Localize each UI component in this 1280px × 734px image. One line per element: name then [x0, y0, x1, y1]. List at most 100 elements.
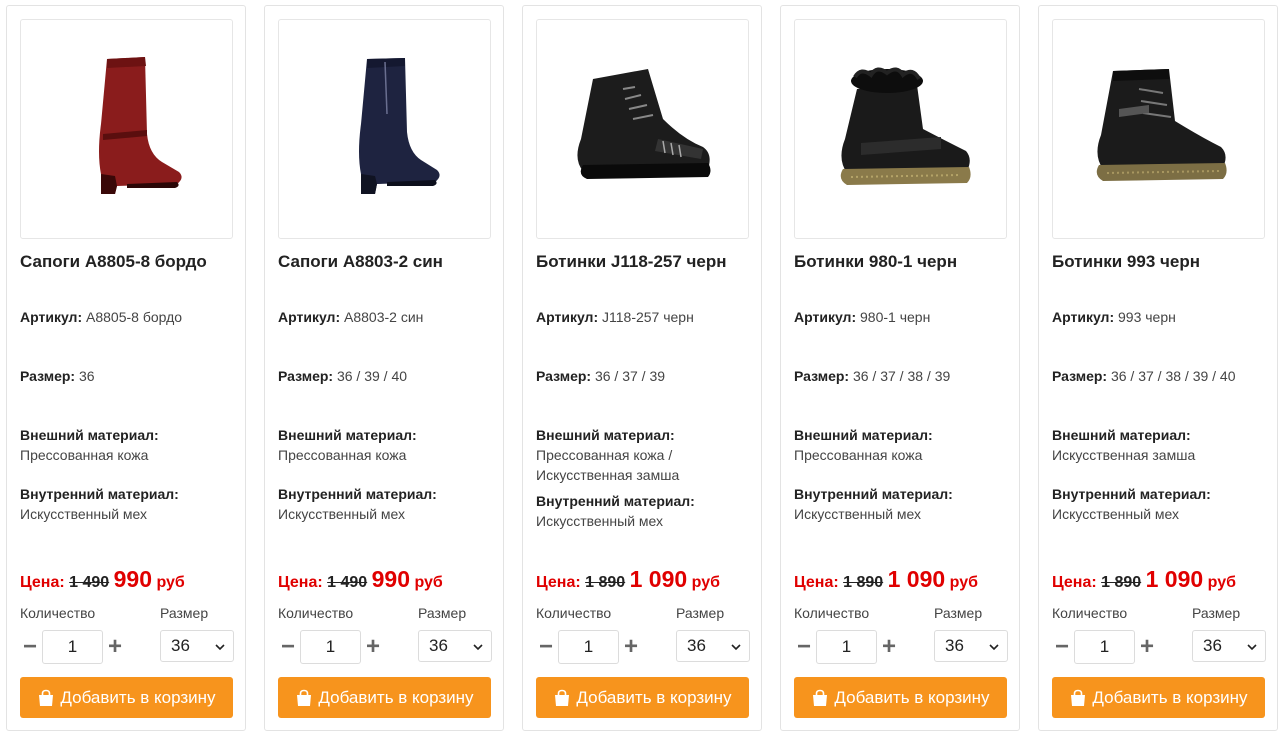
add-to-cart-button[interactable]: Добавить в корзину: [794, 677, 1007, 718]
quantity-input[interactable]: [816, 630, 877, 664]
new-price: 990: [113, 566, 152, 592]
quantity-stepper: − +: [1052, 630, 1157, 664]
add-to-cart-button[interactable]: Добавить в корзину: [278, 677, 491, 718]
size-select[interactable]: 36: [418, 630, 492, 662]
product-card: Ботинки J118-257 черн Артикул: J118-257 …: [522, 5, 762, 731]
burgundy-boot-image: [98, 57, 182, 194]
old-price: 1 890: [1101, 574, 1142, 591]
size-row: Размер: 36 / 39 / 40: [278, 368, 408, 384]
inner-material-row: Внутренний материал: Искусственный мех: [20, 486, 179, 522]
outer-material-row: Внешний материал: Прессованная кожа: [794, 427, 933, 463]
inner-material-row: Внутренний материал: Искусственный мех: [278, 486, 437, 522]
inner-material-row: Внутренний материал: Искусственный мех: [1052, 486, 1211, 522]
product-card: Сапоги А8805-8 бордо Артикул: А8805-8 бо…: [6, 5, 246, 731]
add-to-cart-button[interactable]: Добавить в корзину: [1052, 677, 1265, 718]
new-price: 1 090: [629, 566, 688, 592]
product-title[interactable]: Сапоги А8805-8 бордо: [20, 252, 235, 272]
quantity-input[interactable]: [558, 630, 619, 664]
product-title[interactable]: Ботинки J118-257 черн: [536, 252, 751, 272]
size-select[interactable]: 36: [1192, 630, 1266, 662]
product-image[interactable]: [536, 19, 749, 239]
chevron-down-icon: [1247, 644, 1257, 651]
price-row: Цена: 1 890 1 090 руб: [794, 566, 978, 592]
black-lace-boot-image: [576, 69, 710, 179]
quantity-label: Количество: [20, 605, 96, 621]
size-row: Размер: 36 / 37 / 39: [536, 368, 666, 384]
size-select-label: Размер: [934, 605, 983, 621]
article-row: Артикул: J118-257 черн: [536, 309, 694, 325]
minus-button[interactable]: −: [1052, 630, 1072, 664]
black-fur-boot-image: [840, 67, 971, 185]
chevron-down-icon: [215, 644, 225, 651]
inner-material-row: Внутренний материал: Искусственный мех: [536, 493, 695, 529]
quantity-label: Количество: [1052, 605, 1128, 621]
new-price: 1 090: [887, 566, 946, 592]
navy-boot-image: [358, 58, 440, 194]
price-row: Цена: 1 490 990 руб: [20, 566, 185, 592]
product-title[interactable]: Сапоги А8803-2 син: [278, 252, 493, 272]
old-price: 1 890: [585, 574, 626, 591]
size-select[interactable]: 36: [676, 630, 750, 662]
product-grid: Сапоги А8805-8 бордо Артикул: А8805-8 бо…: [0, 0, 1280, 734]
quantity-stepper: − +: [20, 630, 125, 664]
size-row: Размер: 36 / 37 / 38 / 39: [794, 368, 951, 384]
add-to-cart-button[interactable]: Добавить в корзину: [536, 677, 749, 718]
outer-material-row: Внешний материал: Прессованная кожа: [20, 427, 159, 463]
price-row: Цена: 1 890 1 090 руб: [1052, 566, 1236, 592]
product-title[interactable]: Ботинки 993 черн: [1052, 252, 1267, 272]
quantity-label: Количество: [536, 605, 612, 621]
product-image[interactable]: [1052, 19, 1265, 239]
size-row: Размер: 36 / 37 / 38 / 39 / 40: [1052, 368, 1236, 384]
quantity-label: Количество: [278, 605, 354, 621]
old-price: 1 890: [843, 574, 884, 591]
quantity-input[interactable]: [1074, 630, 1135, 664]
quantity-input[interactable]: [300, 630, 361, 664]
plus-button[interactable]: +: [621, 630, 641, 664]
size-select-label: Размер: [418, 605, 467, 621]
shopping-bag-icon: [553, 689, 571, 707]
minus-button[interactable]: −: [20, 630, 40, 664]
minus-button[interactable]: −: [536, 630, 556, 664]
plus-button[interactable]: +: [1137, 630, 1157, 664]
quantity-stepper: − +: [278, 630, 383, 664]
product-image[interactable]: [278, 19, 491, 239]
shopping-bag-icon: [811, 689, 829, 707]
size-select-label: Размер: [1192, 605, 1241, 621]
shopping-bag-icon: [295, 689, 313, 707]
inner-material-row: Внутренний материал: Искусственный мех: [794, 486, 953, 522]
add-to-cart-button[interactable]: Добавить в корзину: [20, 677, 233, 718]
article-row: Артикул: А8805-8 бордо: [20, 309, 183, 325]
size-select[interactable]: 36: [934, 630, 1008, 662]
shopping-bag-icon: [37, 689, 55, 707]
chevron-down-icon: [731, 644, 741, 651]
size-select-label: Размер: [676, 605, 725, 621]
quantity-input[interactable]: [42, 630, 103, 664]
chevron-down-icon: [473, 644, 483, 651]
product-card: Сапоги А8803-2 син Артикул: А8803-2 син …: [264, 5, 504, 731]
black-suede-boot-image: [1096, 69, 1227, 181]
new-price: 1 090: [1145, 566, 1204, 592]
minus-button[interactable]: −: [794, 630, 814, 664]
outer-material-row: Внешний материал: Искусственная замша: [1052, 427, 1196, 463]
minus-button[interactable]: −: [278, 630, 298, 664]
article-row: Артикул: 980-1 черн: [794, 309, 931, 325]
quantity-label: Количество: [794, 605, 870, 621]
shopping-bag-icon: [1069, 689, 1087, 707]
outer-material-row: Внешний материал: Прессованная кожа / Иск…: [536, 427, 680, 483]
chevron-down-icon: [989, 644, 999, 651]
plus-button[interactable]: +: [105, 630, 125, 664]
old-price: 1 490: [327, 574, 368, 591]
article-row: Артикул: 993 черн: [1052, 309, 1176, 325]
quantity-stepper: − +: [536, 630, 641, 664]
product-title[interactable]: Ботинки 980-1 черн: [794, 252, 1009, 272]
plus-button[interactable]: +: [879, 630, 899, 664]
price-row: Цена: 1 890 1 090 руб: [536, 566, 720, 592]
product-image[interactable]: [794, 19, 1007, 239]
size-select[interactable]: 36: [160, 630, 234, 662]
plus-button[interactable]: +: [363, 630, 383, 664]
product-image[interactable]: [20, 19, 233, 239]
price-row: Цена: 1 490 990 руб: [278, 566, 443, 592]
product-card: Ботинки 993 черн Артикул: 993 черн Разме…: [1038, 5, 1278, 731]
outer-material-row: Внешний материал: Прессованная кожа: [278, 427, 417, 463]
size-select-label: Размер: [160, 605, 209, 621]
